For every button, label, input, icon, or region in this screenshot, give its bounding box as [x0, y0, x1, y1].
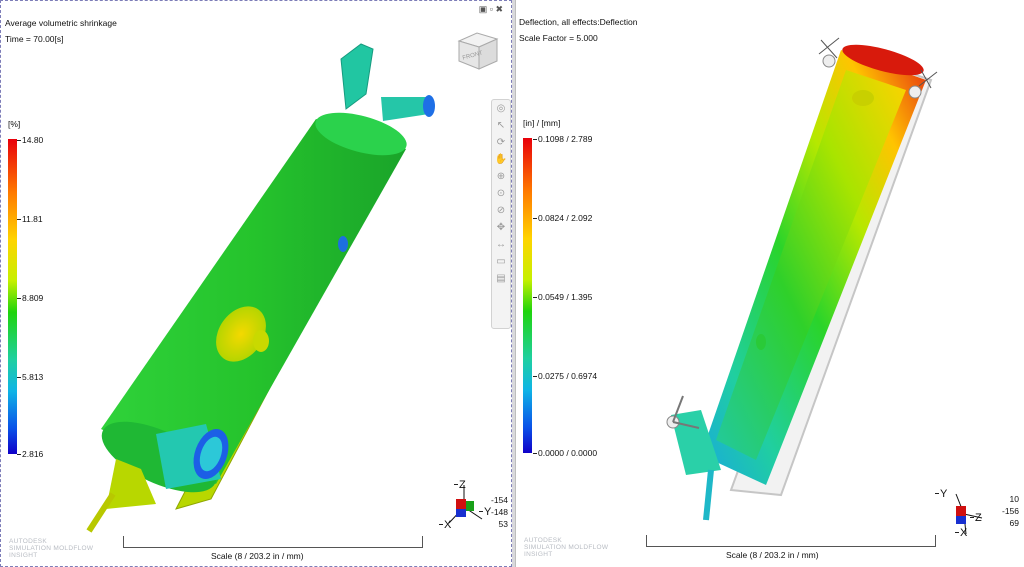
axis-label-y: Y — [934, 488, 948, 500]
legend-unit: [%] — [8, 119, 21, 129]
legend-tick: 8.809 — [16, 293, 44, 303]
result-time: Time = 70.00[s] — [5, 34, 64, 44]
legend-tick: 0.0549 / 1.395 — [532, 292, 593, 302]
left-viewport[interactable]: Average volumetric shrinkage Time = 70.0… — [0, 0, 512, 567]
orbit-wheel-icon[interactable]: ◎ — [492, 100, 510, 117]
result-title: Deflection, all effects:Deflection — [519, 17, 638, 27]
window-controls[interactable]: ▣ ▫ ✖ — [479, 4, 503, 15]
legend-tick: 0.0275 / 0.6974 — [532, 371, 598, 381]
view-toolbar: ◎ ↖ ⟳ ✋ ⊕ ⊙ ⊘ ✥ ↔ ▭ ▤ — [491, 99, 511, 329]
axis-label-x: X — [438, 519, 452, 531]
scale-label: Scale (8 / 203.2 in / mm) — [211, 551, 304, 561]
legend-tick: 2.816 — [16, 449, 44, 459]
legend-tick: 11.81 — [17, 214, 43, 224]
legend-tick: 0.1098 / 2.789 — [532, 134, 593, 144]
scale-bar — [646, 535, 936, 547]
scale-bar — [123, 536, 423, 548]
measure-icon[interactable]: ↔ — [492, 236, 510, 253]
color-legend-bar — [523, 138, 532, 453]
scale-label: Scale (8 / 203.2 in / mm) — [726, 550, 819, 560]
zoom-window-icon[interactable]: ⊙ — [492, 185, 510, 202]
axis-label-z: Z — [970, 512, 982, 524]
color-legend-bar — [8, 139, 17, 454]
zoom-icon[interactable]: ⊕ — [492, 168, 510, 185]
legend-tick: 0.0824 / 2.092 — [532, 213, 593, 223]
watermark: AUTODESK SIMULATION MOLDFLOW INSIGHT — [9, 538, 94, 559]
coord-value: 10 — [1009, 494, 1019, 504]
print-icon[interactable]: ▤ — [492, 270, 510, 287]
coord-value: -156 — [1001, 506, 1019, 516]
watermark: AUTODESK SIMULATION MOLDFLOW INSIGHT — [524, 537, 609, 558]
shrinkage-model[interactable] — [61, 39, 461, 544]
result-title: Average volumetric shrinkage — [5, 18, 117, 28]
coord-value: -154 — [490, 495, 508, 505]
move-icon[interactable]: ✥ — [492, 219, 510, 236]
coord-value: 53 — [498, 519, 508, 529]
coord-value: 69 — [1009, 518, 1019, 528]
legend-tick: 14.80 — [16, 135, 44, 145]
deflection-model[interactable] — [641, 30, 971, 525]
pan-hand-icon[interactable]: ✋ — [492, 151, 510, 168]
legend-unit: [in] / [mm] — [523, 118, 561, 128]
zoom-region-icon[interactable]: ⊘ — [492, 202, 510, 219]
axis-label-z: Z — [454, 479, 466, 491]
coord-value: -148 — [490, 507, 508, 517]
clip-plane-icon[interactable]: ▭ — [492, 253, 510, 270]
legend-tick: 0.0000 / 0.0000 — [532, 448, 598, 458]
right-viewport[interactable]: Deflection, all effects:Deflection Scale… — [515, 0, 1024, 567]
axis-label-x: X — [954, 527, 968, 539]
result-scale-factor: Scale Factor = 5.000 — [519, 33, 598, 43]
rotate-icon[interactable]: ⟳ — [492, 134, 510, 151]
legend-tick: 5.813 — [16, 372, 44, 382]
select-arrow-icon[interactable]: ↖ — [492, 117, 510, 134]
